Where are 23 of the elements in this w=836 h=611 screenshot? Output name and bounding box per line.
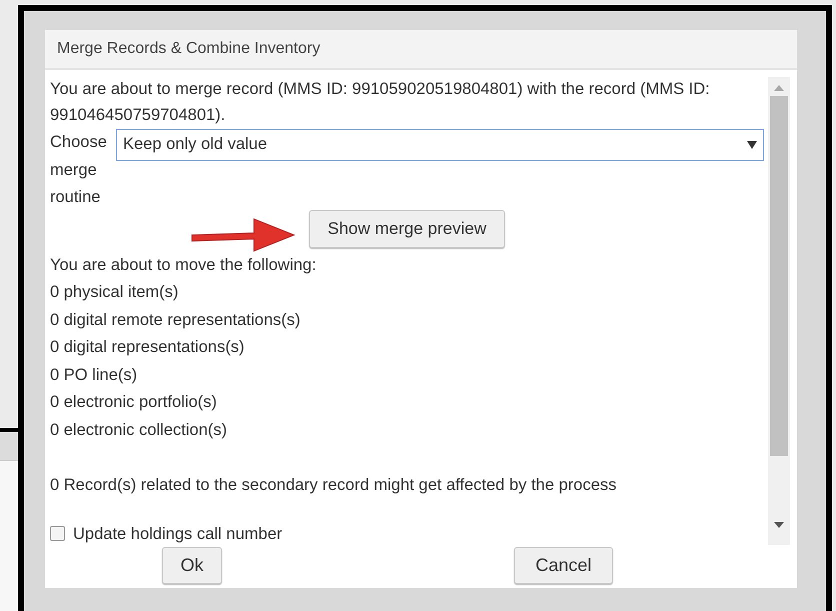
merge-message: You are about to merge record (MMS ID: 991059020519804801) with the record (MMS ID: 991046450759704801).: [50, 79, 711, 126]
merge-routine-select[interactable]: Keep only old value: [116, 129, 764, 161]
scroll-down-icon[interactable]: [774, 522, 784, 528]
dropdown-caret-icon: [747, 141, 757, 149]
scrollbar[interactable]: [768, 77, 790, 545]
move-item: 0 electronic collection(s): [50, 420, 228, 440]
scrollbar-thumb[interactable]: [770, 96, 788, 456]
cancel-button[interactable]: Cancel: [514, 547, 613, 584]
move-item: 0 PO line(s): [50, 364, 138, 386]
merge-routine-value: Keep only old value: [123, 134, 268, 156]
merge-preview-button[interactable]: Show merge preview: [308, 210, 506, 248]
move-heading: You are about to move the following:: [50, 254, 318, 276]
checkbox-label: Update holdings call number: [73, 524, 282, 544]
scroll-up-icon[interactable]: [774, 85, 784, 91]
ok-button[interactable]: Ok: [162, 547, 222, 584]
move-item: 0 physical item(s): [50, 282, 180, 303]
checkbox[interactable]: [50, 526, 65, 541]
move-item: 0 digital representations(s): [50, 337, 246, 358]
dialog-title: Merge Records & Combine Inventory: [45, 30, 797, 70]
move-item: 0 digital remote representations(s): [50, 310, 302, 330]
merge-routine-label: Choose merge routine: [50, 132, 108, 208]
move-item: 0 electronic portfolio(s): [50, 392, 218, 413]
related-records-note: 0 Record(s) related to the secondary record might get affected by the process: [50, 475, 618, 496]
